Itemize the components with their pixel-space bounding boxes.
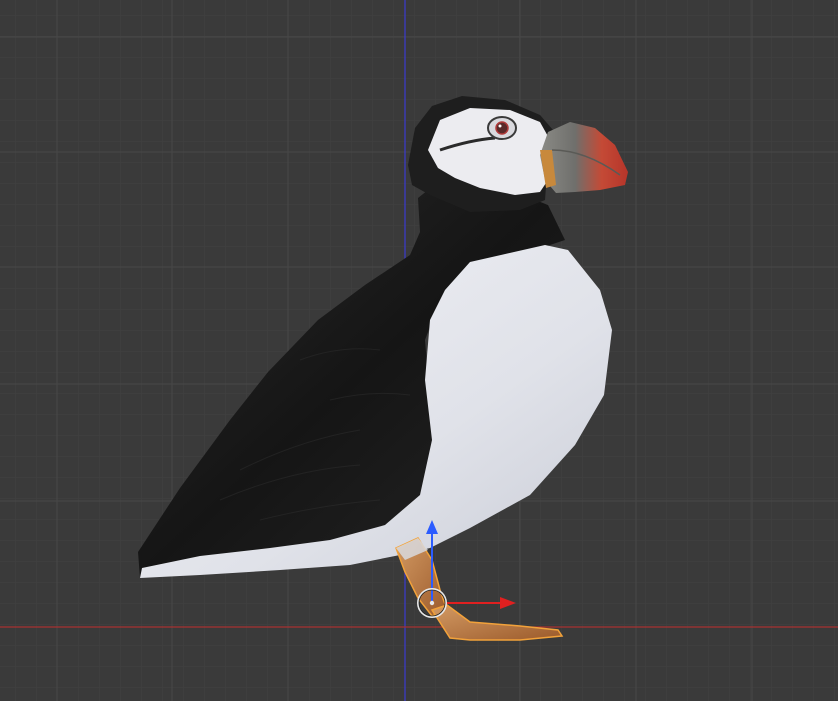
- gizmo-pivot-dot: [429, 600, 435, 606]
- viewport-canvas[interactable]: [0, 0, 838, 701]
- eye-icon: [495, 121, 509, 135]
- eye-highlight: [498, 124, 502, 128]
- 3d-viewport[interactable]: [0, 0, 838, 701]
